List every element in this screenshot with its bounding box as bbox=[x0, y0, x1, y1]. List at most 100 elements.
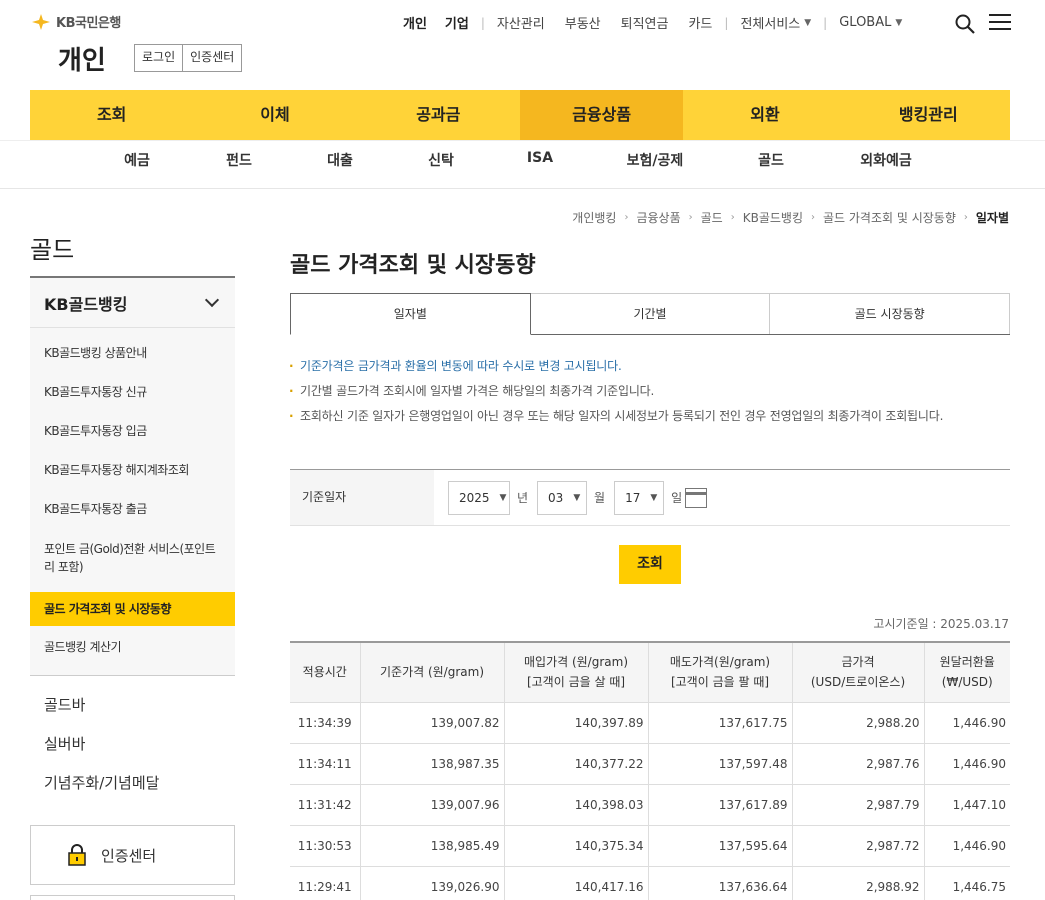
hamburger-menu-icon[interactable] bbox=[989, 14, 1011, 34]
lock-icon bbox=[68, 844, 86, 866]
cell-gold-usd: 2,987.79 bbox=[791, 784, 924, 826]
breadcrumb-item[interactable]: 골드 가격조회 및 시장동향 bbox=[823, 209, 956, 226]
cell-buy-price: 140,377.22 bbox=[503, 743, 648, 785]
login-link[interactable]: 로그인 bbox=[135, 45, 184, 71]
calendar-icon[interactable] bbox=[685, 487, 708, 508]
logo-text: KB국민은행 bbox=[56, 16, 121, 31]
month-select[interactable]: 03 ▼ bbox=[537, 480, 588, 515]
cell-sell-price: 137,617.75 bbox=[647, 702, 792, 744]
sidebar-item-product-info[interactable]: KB골드뱅킹 상품안내 bbox=[30, 344, 235, 362]
sub-nav-loan[interactable]: 대출 bbox=[289, 150, 391, 170]
date-controls: 2025 ▼ 년 03 ▼ 월 17 ▼ 일 bbox=[434, 470, 708, 525]
sub-nav-fund[interactable]: 펀드 bbox=[189, 150, 289, 170]
sub-nav-fx-deposit[interactable]: 외화예금 bbox=[821, 150, 951, 170]
main-nav-financial-products[interactable]: 금융상품 bbox=[519, 90, 684, 140]
kb-logo[interactable]: KB국민은행 bbox=[30, 12, 121, 31]
kb-star-icon bbox=[32, 13, 50, 30]
sidebar-item-withdraw[interactable]: KB골드투자통장 출금 bbox=[30, 500, 235, 518]
sub-nav-gold[interactable]: 골드 bbox=[721, 150, 821, 170]
sub-nav-insurance[interactable]: 보험/공제 bbox=[589, 150, 721, 170]
day-select[interactable]: 17 ▼ bbox=[614, 480, 665, 515]
sidebar-item-deposit[interactable]: KB골드투자통장 입금 bbox=[30, 422, 235, 440]
cell-gold-usd: 2,988.92 bbox=[791, 866, 924, 900]
cell-buy-price: 140,417.16 bbox=[503, 866, 648, 900]
cell-time: 11:34:11 bbox=[290, 743, 360, 785]
sub-nav-isa[interactable]: ISA bbox=[491, 150, 589, 170]
year-unit: 년 bbox=[517, 491, 529, 505]
chevron-right-icon: › bbox=[624, 212, 629, 223]
sub-nav-deposit[interactable]: 예금 bbox=[85, 150, 189, 170]
notice-item: 기간별 골드가격 조회시에 일자별 가격은 해당일의 최종가격 기준입니다. bbox=[288, 381, 1010, 402]
main-nav-inquiry[interactable]: 조회 bbox=[30, 90, 193, 140]
tab-daily[interactable]: 일자별 bbox=[290, 293, 531, 335]
sidebar-group-kb-gold-banking: KB골드뱅킹 KB골드뱅킹 상품안내 KB골드투자통장 신규 KB골드투자통장 … bbox=[30, 278, 235, 676]
cell-time: 11:30:53 bbox=[290, 825, 360, 867]
main-nav-utilities[interactable]: 공과금 bbox=[357, 90, 520, 140]
tab-period[interactable]: 기간별 bbox=[530, 293, 771, 334]
cell-base-price: 138,985.49 bbox=[359, 825, 504, 867]
cell-gold-usd: 2,987.76 bbox=[791, 743, 924, 785]
year-value: 2025 bbox=[459, 490, 490, 505]
top-nav-card[interactable]: 카드 bbox=[688, 13, 712, 32]
chevron-right-icon: › bbox=[963, 212, 968, 223]
sub-nav-trust[interactable]: 신탁 bbox=[391, 150, 491, 170]
sidebar-title: 골드 bbox=[30, 236, 75, 264]
chevron-right-icon: › bbox=[810, 212, 815, 223]
sidebar-item-point-gold[interactable]: 포인트 금(Gold)전환 서비스(포인트리 포함) bbox=[30, 540, 235, 576]
chevron-right-icon: › bbox=[730, 212, 735, 223]
sidebar-item-closed-accounts[interactable]: KB골드투자통장 해지계좌조회 bbox=[30, 461, 235, 479]
top-nav-pension[interactable]: 퇴직연금 bbox=[621, 13, 669, 32]
caret-down-icon: ▼ bbox=[804, 17, 812, 28]
table-header-row: 적용시간 기준가격 (원/gram) 매입가격 (원/gram) [고객이 금을 … bbox=[290, 641, 1010, 703]
sidebar-link-gold-bar[interactable]: 골드바 bbox=[44, 694, 85, 715]
cell-sell-price: 137,595.64 bbox=[647, 825, 792, 867]
top-nav: 개인 기업 | 자산관리 부동산 퇴직연금 카드 | 전체서비스 ▼ | GLO… bbox=[403, 13, 902, 32]
divider: | bbox=[480, 15, 485, 30]
sidebar-group-toggle[interactable]: KB골드뱅킹 bbox=[30, 278, 235, 328]
top-nav-all-services[interactable]: 전체서비스 bbox=[740, 13, 800, 32]
main-nav-forex[interactable]: 외환 bbox=[683, 90, 846, 140]
breadcrumb-item[interactable]: 골드 bbox=[701, 209, 723, 226]
sidebar-link-coins-medals[interactable]: 기념주화/기념메달 bbox=[44, 772, 159, 793]
auth-links: 로그인 인증센터 bbox=[134, 44, 243, 72]
column-header: 매도가격(원/gram) [고객이 금을 팔 때] bbox=[647, 641, 792, 703]
table-row: 11:34:39 139,007.82 140,397.89 137,617.7… bbox=[290, 702, 1010, 744]
top-nav-wealth[interactable]: 자산관리 bbox=[497, 13, 545, 32]
top-nav-personal[interactable]: 개인 bbox=[403, 13, 427, 32]
tab-market-trend[interactable]: 골드 시장동향 bbox=[770, 293, 1011, 334]
sidebar-item-calculator[interactable]: 골드뱅킹 계산기 bbox=[30, 638, 235, 656]
notice-date: 고시기준일 : 2025.03.17 bbox=[873, 617, 1009, 631]
sidebar-item-new-account[interactable]: KB골드투자통장 신규 bbox=[30, 383, 235, 401]
column-header: 적용시간 bbox=[290, 641, 360, 703]
top-nav-business[interactable]: 기업 bbox=[445, 13, 469, 32]
date-label: 기준일자 bbox=[290, 470, 434, 525]
month-value: 03 bbox=[548, 490, 564, 505]
sidebar-item-gold-price[interactable]: 골드 가격조회 및 시장동향 bbox=[30, 592, 235, 626]
day-value: 17 bbox=[625, 490, 641, 505]
top-nav-realestate[interactable]: 부동산 bbox=[565, 13, 601, 32]
cell-time: 11:29:41 bbox=[290, 866, 360, 900]
main-nav-transfer[interactable]: 이체 bbox=[193, 90, 356, 140]
cell-fx-rate: 1,446.90 bbox=[923, 702, 1010, 744]
cell-sell-price: 137,636.64 bbox=[647, 866, 792, 900]
year-select[interactable]: 2025 ▼ bbox=[448, 480, 510, 515]
cell-buy-price: 140,398.03 bbox=[503, 784, 648, 826]
cell-gold-usd: 2,987.72 bbox=[791, 825, 924, 867]
breadcrumb-item[interactable]: 금융상품 bbox=[636, 209, 680, 226]
cell-sell-price: 137,597.48 bbox=[647, 743, 792, 785]
breadcrumb-item[interactable]: 개인뱅킹 bbox=[572, 209, 616, 226]
search-icon[interactable] bbox=[955, 14, 975, 34]
cell-fx-rate: 1,446.75 bbox=[923, 866, 1010, 900]
auth-center-button[interactable]: 인증센터 bbox=[30, 825, 235, 885]
breadcrumb-item[interactable]: KB골드뱅킹 bbox=[743, 209, 803, 226]
divider: | bbox=[724, 15, 729, 30]
sidebar-link-silver-bar[interactable]: 실버바 bbox=[44, 733, 85, 754]
sidebar-next-box bbox=[30, 895, 235, 900]
search-button[interactable]: 조회 bbox=[619, 545, 681, 584]
main-nav-banking-management[interactable]: 뱅킹관리 bbox=[847, 90, 1010, 140]
auth-center-label: 인증센터 bbox=[101, 846, 157, 865]
top-nav-global[interactable]: GLOBAL bbox=[839, 15, 891, 30]
chevron-down-icon bbox=[204, 292, 220, 307]
caret-down-icon: ▼ bbox=[895, 17, 903, 28]
auth-center-link[interactable]: 인증센터 bbox=[183, 45, 241, 71]
